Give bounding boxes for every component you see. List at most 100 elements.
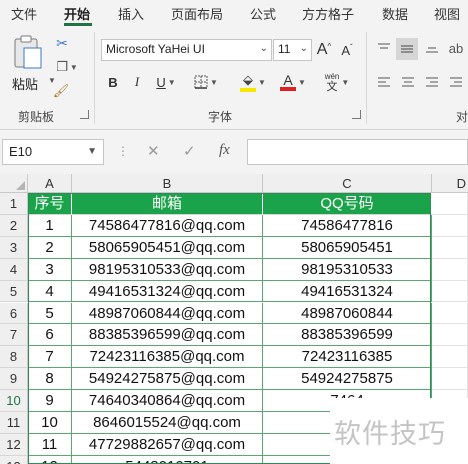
cell-qq[interactable]: 88385396599 <box>263 324 432 347</box>
copy-dropdown-icon[interactable]: ▼ <box>70 63 78 72</box>
align-middle-button[interactable] <box>396 38 418 60</box>
row-header[interactable]: 6 <box>0 302 28 325</box>
fill-color-dropdown-icon[interactable]: ▼ <box>258 78 266 87</box>
borders-dropdown-icon[interactable]: ▼ <box>210 78 218 87</box>
cell-email[interactable]: 54924275875@qq.com <box>72 368 263 391</box>
cell-email[interactable]: 58065905451@qq.com <box>72 236 263 259</box>
paste-button[interactable]: 粘贴 ▼ <box>8 34 56 94</box>
cell-serial[interactable]: 4 <box>28 280 72 303</box>
cell-empty[interactable] <box>432 193 468 215</box>
cell-empty[interactable] <box>432 302 468 325</box>
cell-serial[interactable]: 5 <box>28 302 72 325</box>
font-color-button[interactable]: A ▼ <box>276 70 310 94</box>
borders-button[interactable]: ▼ <box>190 72 222 92</box>
align-right-button[interactable] <box>422 72 442 92</box>
row-header[interactable]: 3 <box>0 236 28 259</box>
cell-qq[interactable]: 58065905451 <box>263 236 432 259</box>
cancel-icon[interactable]: ✕ <box>147 142 160 160</box>
formula-bar-splitter[interactable]: ⋮ <box>117 144 129 158</box>
cell-serial[interactable]: 2 <box>28 236 72 259</box>
tab-data[interactable]: 数据 <box>382 4 408 23</box>
wrap-orientation-button[interactable]: ab <box>446 38 466 58</box>
row-header[interactable]: 10 <box>0 390 28 412</box>
cell-empty[interactable] <box>432 258 468 281</box>
column-header-d[interactable]: D <box>432 174 468 193</box>
cell-qq[interactable]: 54924275875 <box>263 368 432 391</box>
row-header[interactable]: 9 <box>0 368 28 391</box>
cell-email[interactable]: 98195310533@qq.com <box>72 258 263 281</box>
cell-serial[interactable]: 12 <box>28 455 72 464</box>
cell-serial[interactable]: 6 <box>28 324 72 347</box>
font-color-dropdown-icon[interactable]: ▼ <box>298 78 306 87</box>
tab-home[interactable]: 开始 <box>64 4 90 23</box>
align-top-button[interactable] <box>374 38 394 58</box>
cell-serial[interactable]: 7 <box>28 346 72 369</box>
cell-email[interactable]: 49416531324@qq.com <box>72 280 263 303</box>
cell-serial[interactable]: 10 <box>28 412 72 434</box>
copy-button[interactable]: ❐ ▼ <box>52 58 82 76</box>
cell-serial[interactable]: 3 <box>28 258 72 281</box>
increase-font-size-button[interactable]: A ^ <box>315 39 333 61</box>
row-header[interactable]: 8 <box>0 346 28 369</box>
select-all-button[interactable] <box>0 174 28 193</box>
cell-empty[interactable] <box>432 280 468 303</box>
row-header[interactable]: 5 <box>0 280 28 303</box>
cell-email[interactable]: 47729882657@qq.com <box>72 433 263 456</box>
cell-email[interactable]: 72423116385@qq.com <box>72 346 263 369</box>
align-left-button[interactable] <box>374 72 394 92</box>
cell-serial[interactable]: 11 <box>28 433 72 456</box>
font-launcher-icon[interactable] <box>352 110 361 119</box>
cell-serial[interactable]: 1 <box>28 214 72 237</box>
cell-email[interactable]: 5448010701 <box>72 455 263 464</box>
cell-qq[interactable]: 98195310533 <box>263 258 432 281</box>
header-cell-serial[interactable]: 序号 <box>28 193 72 215</box>
cell-empty[interactable] <box>432 368 468 391</box>
cell-email[interactable]: 48987060844@qq.com <box>72 302 263 325</box>
column-header-b[interactable]: B <box>72 174 263 193</box>
row-header[interactable]: 2 <box>0 214 28 237</box>
header-cell-qq[interactable]: QQ号码 <box>263 193 432 215</box>
cell-empty[interactable] <box>432 214 468 237</box>
cell-empty[interactable] <box>432 324 468 347</box>
row-header[interactable]: 1 <box>0 193 28 215</box>
row-header[interactable]: 7 <box>0 324 28 347</box>
column-header-c[interactable]: C <box>263 174 432 193</box>
underline-button[interactable]: U ▼ <box>150 72 182 92</box>
font-size-select[interactable]: 11 ⌄ <box>273 39 312 61</box>
tab-page-layout[interactable]: 页面布局 <box>171 4 223 23</box>
align-center-button[interactable] <box>398 72 418 92</box>
indent-button[interactable] <box>446 72 466 92</box>
cell-email[interactable]: 74640340864@qq.com <box>72 390 263 412</box>
check-icon[interactable]: ✓ <box>183 142 196 160</box>
align-bottom-button[interactable] <box>422 38 442 58</box>
insert-function-icon[interactable]: fx <box>219 142 230 159</box>
column-header-a[interactable]: A <box>28 174 72 193</box>
tab-fangfang-gezi[interactable]: 方方格子 <box>302 4 354 23</box>
tab-formulas[interactable]: 公式 <box>250 4 276 23</box>
cell-empty[interactable] <box>432 236 468 259</box>
row-header[interactable]: 12 <box>0 433 28 456</box>
cell-serial[interactable]: 9 <box>28 390 72 412</box>
name-box[interactable]: E10 ▼ <box>2 139 104 165</box>
cell-email[interactable]: 74586477816@qq.com <box>72 214 263 237</box>
formula-input[interactable] <box>247 139 468 165</box>
row-header[interactable]: 13 <box>0 455 28 464</box>
cell-empty[interactable] <box>432 346 468 369</box>
clipboard-launcher-icon[interactable] <box>80 110 89 119</box>
format-painter-button[interactable]: 🖌 <box>52 82 70 100</box>
tab-file[interactable]: 文件 <box>11 4 37 23</box>
cell-qq[interactable]: 49416531324 <box>263 280 432 303</box>
phonetic-dropdown-icon[interactable]: ▼ <box>341 78 349 87</box>
cut-button[interactable]: ✂ <box>54 34 70 52</box>
phonetic-guide-button[interactable]: wén 文 ▼ <box>318 70 356 94</box>
row-header[interactable]: 4 <box>0 258 28 281</box>
fill-color-button[interactable]: ⬙ ▼ <box>236 70 270 94</box>
bold-button[interactable]: B <box>104 72 122 92</box>
cell-email[interactable]: 88385396599@qq.com <box>72 324 263 347</box>
tab-view[interactable]: 视图 <box>434 4 460 23</box>
cell-qq[interactable]: 48987060844 <box>263 302 432 325</box>
decrease-font-size-button[interactable]: Aˇ <box>338 39 356 61</box>
cell-qq[interactable]: 72423116385 <box>263 346 432 369</box>
underline-dropdown-icon[interactable]: ▼ <box>168 78 176 87</box>
cell-qq[interactable]: 74586477816 <box>263 214 432 237</box>
